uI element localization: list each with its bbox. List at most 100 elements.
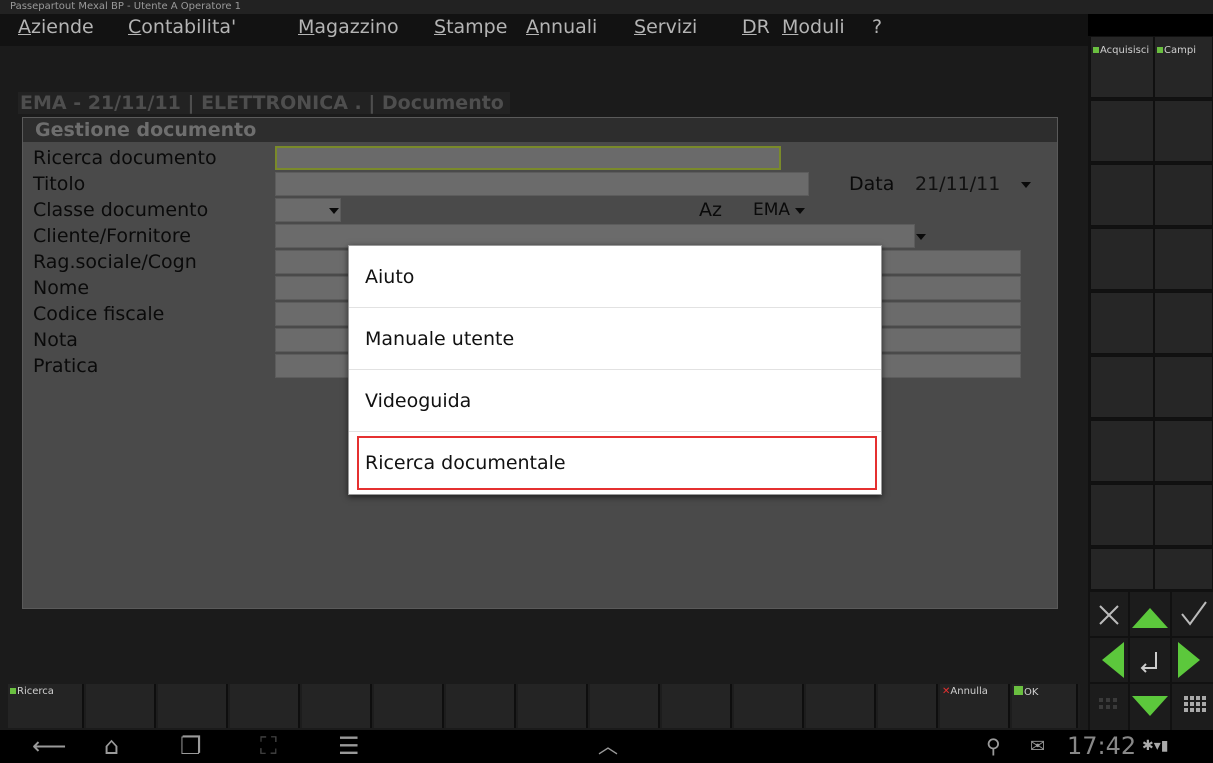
side-btn-5a[interactable] xyxy=(1090,292,1154,354)
enter-icon[interactable] xyxy=(1130,638,1170,682)
fkey-ok-label: OK xyxy=(1024,687,1039,698)
status-clock: 17:42 xyxy=(1067,732,1137,760)
label-pratica: Pratica xyxy=(33,355,99,377)
arrow-up-icon[interactable] xyxy=(1130,592,1170,636)
keypad-small-icon[interactable] xyxy=(1090,684,1128,730)
menu-stampe[interactable]: Stampe xyxy=(434,16,507,38)
az-label: Az xyxy=(699,199,722,221)
side-btn-8a[interactable] xyxy=(1090,484,1154,546)
home-icon[interactable]: ⌂ xyxy=(104,730,119,763)
fkey-11[interactable] xyxy=(734,684,804,728)
classe-dropdown-icon[interactable] xyxy=(329,208,339,214)
side-btn-5b[interactable] xyxy=(1154,292,1213,354)
menu-dr[interactable]: DR xyxy=(742,16,770,38)
side-campi[interactable]: Campi xyxy=(1154,36,1213,98)
arrow-left-icon[interactable] xyxy=(1090,638,1128,682)
screenshot-icon[interactable]: ⛶ xyxy=(260,730,277,763)
menu-magazzino[interactable]: Magazzino xyxy=(298,16,399,38)
check-icon xyxy=(1014,686,1023,695)
popup-item-videoguida[interactable]: Videoguida xyxy=(349,370,881,432)
menu-aziende[interactable]: Aziende xyxy=(18,16,94,38)
side-btn-9b[interactable] xyxy=(1154,548,1213,590)
cliente-dropdown-icon[interactable] xyxy=(916,234,926,240)
side-btn-6a[interactable] xyxy=(1090,356,1154,418)
fkey-annulla-label: Annulla xyxy=(950,686,988,697)
mail-icon: ✉ xyxy=(1030,736,1046,757)
fkey-ricerca[interactable]: Ricerca xyxy=(8,684,84,728)
side-btn-8b[interactable] xyxy=(1154,484,1213,546)
window-titlebar: Passepartout Mexal BP - Utente A Operato… xyxy=(0,0,1213,14)
az-dropdown-icon[interactable] xyxy=(795,208,805,214)
side-acquisisci[interactable]: Acquisisci xyxy=(1090,36,1154,98)
form-title: Gestione documento xyxy=(35,119,257,141)
keyboard-grid-icon[interactable] xyxy=(1172,684,1213,730)
system-nav-bar: ⟵ ⌂ ❐ ⛶ ☰ ︿ ⚲ ✉ 17:42 ✱▾▮ xyxy=(0,730,1213,763)
label-titolo: Titolo xyxy=(33,173,86,195)
fkey-3[interactable] xyxy=(158,684,228,728)
fkey-ricerca-label: Ricerca xyxy=(17,686,54,697)
popup-item-aiuto[interactable]: Aiuto xyxy=(349,246,881,308)
function-key-bar: Ricerca ✕Annulla OK xyxy=(8,684,1080,728)
menu-icon[interactable]: ☰ xyxy=(338,730,360,763)
fkey-annulla[interactable]: ✕Annulla xyxy=(940,684,1010,728)
menu-contabilita[interactable]: Contabilita' xyxy=(128,16,236,38)
recent-apps-icon[interactable]: ❐ xyxy=(180,730,202,763)
popup-highlight-box xyxy=(357,436,877,490)
green-dot-icon xyxy=(1157,47,1163,53)
cancel-icon[interactable] xyxy=(1090,592,1128,636)
data-value[interactable]: 21/11/11 xyxy=(915,172,1000,196)
green-dot-icon xyxy=(1093,47,1099,53)
green-dot-icon xyxy=(10,688,16,694)
side-btn-2a[interactable] xyxy=(1090,100,1154,162)
arrow-down-icon[interactable] xyxy=(1130,684,1170,730)
fkey-8[interactable] xyxy=(518,684,588,728)
popup-item-label: Manuale utente xyxy=(365,328,515,350)
ricerca-documento-input[interactable] xyxy=(275,146,781,170)
chevron-up-icon[interactable]: ︿ xyxy=(598,730,618,763)
side-btn-9a[interactable] xyxy=(1090,548,1154,590)
data-dropdown-icon[interactable] xyxy=(1021,182,1031,188)
side-btn-3a[interactable] xyxy=(1090,164,1154,226)
side-btn-2b[interactable] xyxy=(1154,100,1213,162)
fkey-4[interactable] xyxy=(230,684,300,728)
popup-item-manuale-utente[interactable]: Manuale utente xyxy=(349,308,881,370)
arrow-right-icon[interactable] xyxy=(1172,638,1213,682)
status-icons: ✱▾▮ xyxy=(1142,738,1169,754)
nav-pad xyxy=(1090,592,1213,730)
usb-icon: ⚲ xyxy=(986,734,1001,758)
side-btn-3b[interactable] xyxy=(1154,164,1213,226)
confirm-check-icon[interactable] xyxy=(1172,592,1213,636)
fkey-ok[interactable]: OK xyxy=(1012,684,1078,728)
breadcrumb-text: EMA - 21/11/11 | ELETTRONICA . | Documen… xyxy=(20,92,504,114)
az-value[interactable]: EMA xyxy=(753,198,790,222)
fkey-9[interactable] xyxy=(590,684,660,728)
popup-item-label: Videoguida xyxy=(365,390,472,412)
side-btn-7a[interactable] xyxy=(1090,420,1154,482)
popup-item-label: Aiuto xyxy=(365,266,415,288)
fkey-13[interactable] xyxy=(878,684,938,728)
fkey-2[interactable] xyxy=(86,684,156,728)
menu-help[interactable]: ? xyxy=(872,16,882,38)
fkey-6[interactable] xyxy=(374,684,444,728)
label-codice-fiscale: Codice fiscale xyxy=(33,303,165,325)
titolo-input[interactable] xyxy=(275,172,809,196)
fkey-7[interactable] xyxy=(446,684,516,728)
popup-menu: Aiuto Manuale utente Videoguida Ricerca … xyxy=(348,245,882,495)
side-acquisisci-label: Acquisisci xyxy=(1100,45,1150,56)
back-icon[interactable]: ⟵ xyxy=(32,730,66,763)
fkey-12[interactable] xyxy=(806,684,876,728)
fkey-5[interactable] xyxy=(302,684,372,728)
side-btn-4b[interactable] xyxy=(1154,228,1213,290)
form-header: Gestione documento xyxy=(23,118,1057,142)
side-campi-label: Campi xyxy=(1164,45,1196,56)
menu-bar: Aziende Contabilita' Magazzino Stampe An… xyxy=(0,14,1088,46)
menu-servizi[interactable]: Servizi xyxy=(634,16,697,38)
side-btn-6b[interactable] xyxy=(1154,356,1213,418)
side-btn-4a[interactable] xyxy=(1090,228,1154,290)
menu-moduli[interactable]: Moduli xyxy=(782,16,845,38)
label-ricerca-documento: Ricerca documento xyxy=(33,147,217,169)
menu-annuali[interactable]: Annuali xyxy=(526,16,597,38)
side-btn-7b[interactable] xyxy=(1154,420,1213,482)
fkey-10[interactable] xyxy=(662,684,732,728)
label-ragsoc: Rag.sociale/Cogn xyxy=(33,251,197,273)
